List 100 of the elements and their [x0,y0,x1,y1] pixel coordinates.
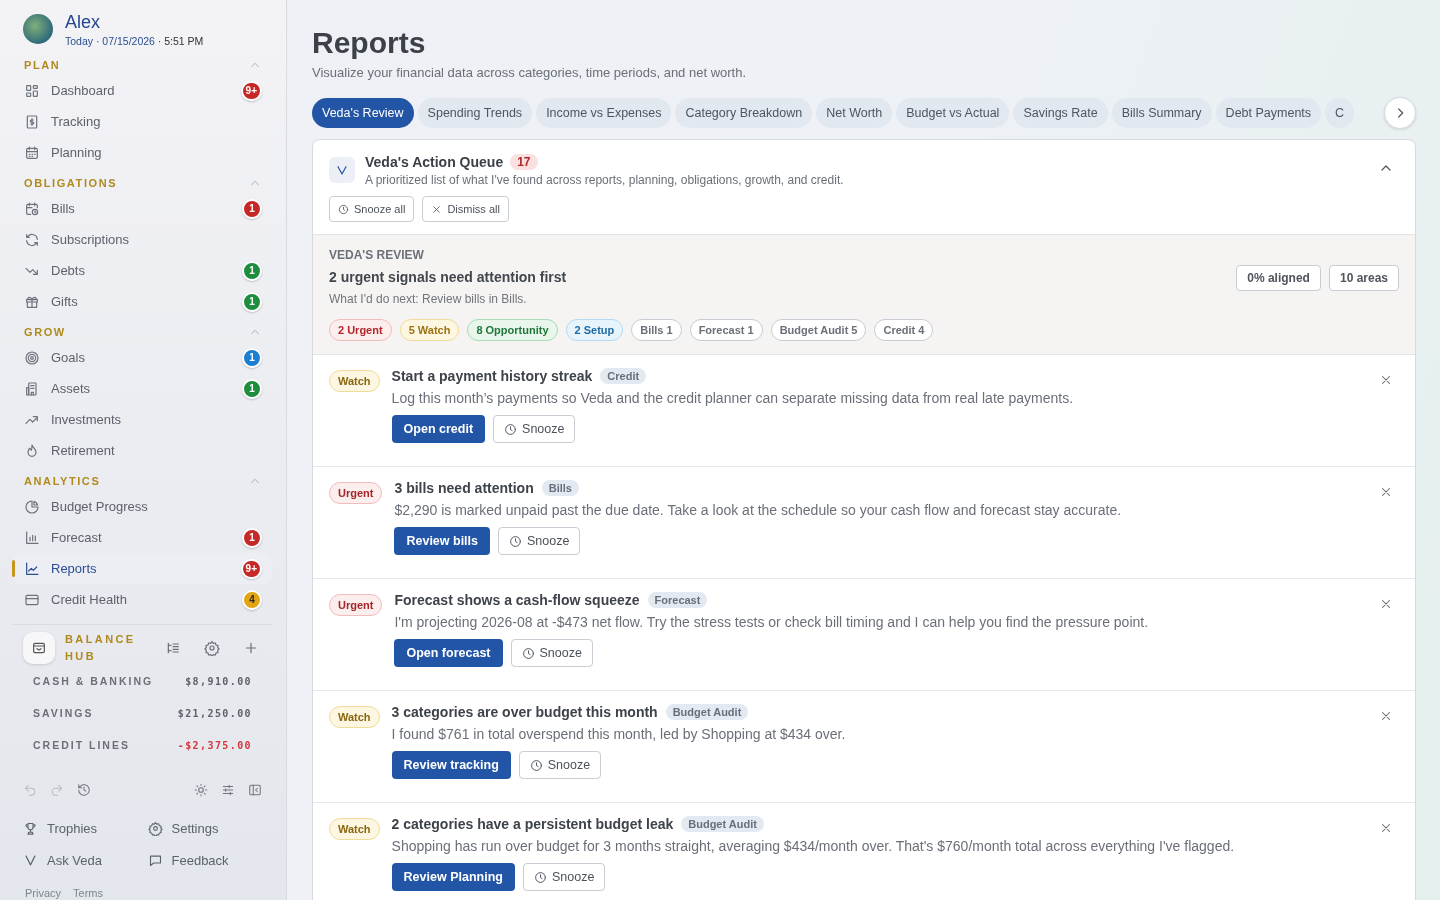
snooze-button[interactable]: Snooze [522,863,606,891]
avatar[interactable] [23,14,53,44]
report-tab[interactable]: Bills Summary [1111,98,1212,128]
item-description: I'm projecting 2026-08 at -$473 net flow. Try the stress tests or check bill timing and I can help you find the pressure point. [394,614,1150,630]
filter-chip[interactable]: Credit 4 [874,319,934,341]
item-title: 3 bills need attention [394,480,534,496]
section-title: GROW [24,325,66,338]
report-tab[interactable]: Spending Trends [417,98,533,128]
nav-item[interactable]: Assets 1 [13,373,272,404]
account-amount: -$2,375.00 [177,739,252,751]
report-tab[interactable]: Budget vs Actual [896,98,1010,128]
snooze-all-button[interactable]: Snooze all [329,196,415,222]
report-tab[interactable]: Net Worth [816,98,893,128]
nav-item[interactable]: Subscriptions [13,224,272,255]
dismiss-all-button[interactable]: Dismiss all [422,196,509,222]
close-icon[interactable] [1379,821,1393,835]
bar-chart-icon [24,529,40,546]
page-title: Reports [312,25,427,61]
report-tab[interactable]: C [1325,98,1355,128]
flame-icon [24,442,40,459]
clock-icon [533,870,547,884]
nav-item[interactable]: Credit Health 4 [13,584,272,615]
priority-badge: Urgent [329,594,383,616]
account-label: SAVINGS [33,707,94,719]
clock-icon [529,758,543,772]
nav-item[interactable]: Bills 1 [13,193,272,224]
action-button[interactable]: Review tracking [391,751,511,779]
item-title: Forecast shows a cash-flow squeeze [394,592,640,608]
wallet-icon [31,640,47,656]
list-icon[interactable] [165,640,181,656]
report-tab[interactable]: Veda's Review [312,98,414,128]
item-description: $2,290 is marked unpaid past the due date. Take a look at the schedule so your cash flow and forecast stay accurate. [394,502,1123,518]
nav-item[interactable]: Retirement [13,435,272,466]
history-icon[interactable] [77,783,91,797]
calendar-icon [24,144,40,161]
wallet-button[interactable] [23,632,55,664]
nav-item[interactable]: Debts 1 [13,255,272,286]
filter-chip[interactable]: 2 Setup [565,319,624,341]
review-headline: 2 urgent signals need attention first [329,269,567,285]
nav-item[interactable]: Reports 9+ [13,553,272,584]
nav-item[interactable]: Investments [13,404,272,435]
count-badge: 1 [242,527,262,548]
action-button[interactable]: Review Planning [391,863,515,891]
section-title: ANALYTICS [24,474,101,487]
close-icon[interactable] [1379,709,1393,723]
count-badge: 9+ [240,80,262,101]
nav-item[interactable]: Dashboard 9+ [13,75,272,106]
report-tab[interactable]: Savings Rate [1013,98,1108,128]
category-tag: Forecast [647,592,708,608]
account-amount: $8,910.00 [185,675,252,687]
plus-icon[interactable] [243,640,259,656]
footer-link[interactable]: Terms [73,887,103,899]
filter-chip[interactable]: Budget Audit 5 [770,319,867,341]
action-button[interactable]: Open forecast [394,639,503,667]
account-label: CASH & BANKING [33,675,154,687]
action-button[interactable]: Open credit [391,415,486,443]
filter-chip[interactable]: Bills 1 [631,319,682,341]
page-subtitle: Visualize your financial data across categories, time periods, and net worth. [312,65,748,80]
sun-icon[interactable] [194,783,208,797]
refresh-icon [24,231,40,248]
nav-item[interactable]: Planning [13,137,272,168]
close-icon[interactable] [1379,597,1393,611]
close-icon[interactable] [1379,373,1393,387]
filter-chip[interactable]: Forecast 1 [689,319,763,341]
nav-item[interactable]: Tracking [13,106,272,137]
review-next-step: What I'd do next: Review bills in Bills. [329,292,567,306]
snooze-button[interactable]: Snooze [498,527,581,555]
nav-item[interactable]: Budget Progress [13,491,272,522]
settings-icon[interactable] [204,640,220,656]
sidebar-link[interactable]: Ask Veda [23,851,148,869]
settings-icon [147,820,163,836]
action-button[interactable]: Review bills [394,527,490,555]
sidebar-link[interactable]: Settings [147,819,272,837]
filter-chip[interactable]: 2 Urgent [329,319,392,341]
account-amount: $21,250.00 [177,707,252,719]
nav-item[interactable]: Goals 1 [13,342,272,373]
sliders-icon[interactable] [221,783,235,797]
snooze-button[interactable]: Snooze [510,639,593,667]
date-time: Today · 07/15/2026 · 5:51 PM [65,35,204,47]
report-tab[interactable]: Income vs Expenses [536,98,672,128]
target-icon [24,349,40,366]
report-tab[interactable]: Debt Payments [1215,98,1322,128]
filter-chip[interactable]: 8 Opportunity [467,319,558,341]
report-tab[interactable]: Category Breakdown [675,98,813,128]
nav-item[interactable]: Forecast 1 [13,522,272,553]
footer-link[interactable]: Privacy [25,887,62,899]
item-title: Start a payment history streak [391,368,593,384]
count-badge: 1 [242,198,262,219]
snooze-button[interactable]: Snooze [493,415,576,443]
sidebar-link[interactable]: Feedback [147,851,272,869]
snooze-button[interactable]: Snooze [518,751,602,779]
section-title: PLAN [24,58,61,71]
chat-icon [147,852,163,868]
clock-icon [509,534,522,548]
item-description: I found $761 in total overspend this month, led by Shopping at $434 over. [391,726,847,742]
nav-item[interactable]: Gifts 1 [13,286,272,317]
filter-chip[interactable]: 5 Watch [399,319,460,341]
sidebar-collapse-icon[interactable] [248,783,262,797]
sidebar-link[interactable]: Trophies [23,819,148,837]
close-icon[interactable] [1379,485,1393,499]
